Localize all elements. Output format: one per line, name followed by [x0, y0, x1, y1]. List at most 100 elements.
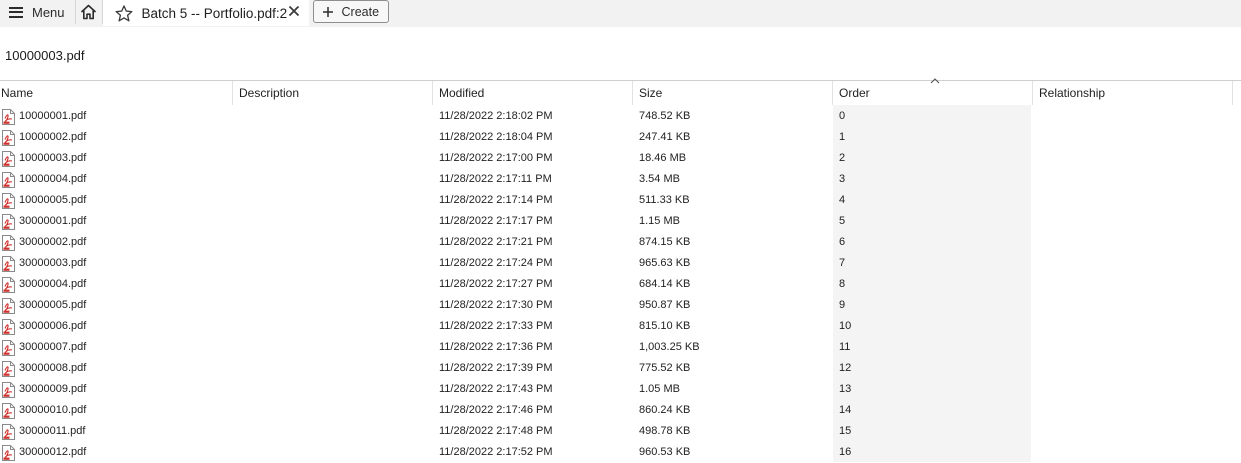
order-cell: 0: [839, 110, 846, 122]
name-cell: 30000006.pdf: [1, 316, 86, 337]
pdf-file-icon: [1, 192, 16, 209]
size-cell: 1.05 MB: [639, 383, 680, 395]
column-header-size[interactable]: Size: [633, 81, 833, 105]
name-cell: 30000003.pdf: [1, 253, 86, 274]
name-cell: 10000002.pdf: [1, 127, 86, 148]
table-row[interactable]: 10000001.pdf 11/28/2022 2:18:02 PM 748.52 …: [0, 106, 1241, 127]
order-cell: 13: [839, 383, 852, 395]
order-cell: 15: [839, 425, 852, 437]
order-cell: 1: [839, 131, 846, 143]
pdf-file-icon: [1, 255, 16, 272]
file-name: 10000005.pdf: [19, 194, 87, 206]
tab-title: Batch 5 -- Portfolio.pdf:2: [141, 5, 288, 21]
column-header-order[interactable]: Order: [833, 78, 1033, 105]
pdf-file-icon: [1, 108, 16, 125]
name-cell: 30000011.pdf: [1, 421, 85, 442]
table-row[interactable]: 30000002.pdf 11/28/2022 2:17:21 PM 874.15 …: [0, 232, 1241, 253]
table-row[interactable]: 30000010.pdf 11/28/2022 2:17:46 PM 860.24 …: [0, 400, 1241, 421]
size-cell: 684.14 KB: [639, 278, 691, 290]
file-name: 30000005.pdf: [19, 299, 87, 311]
size-cell: 950.87 KB: [639, 299, 691, 311]
modified-cell: 11/28/2022 2:17:48 PM: [439, 425, 553, 437]
pdf-file-icon: [1, 150, 16, 167]
table-row[interactable]: 10000005.pdf 11/28/2022 2:17:14 PM 511.33 …: [0, 190, 1241, 211]
order-cell: 16: [839, 446, 852, 458]
modified-cell: 11/28/2022 2:17:39 PM: [439, 362, 553, 374]
modified-cell: 11/28/2022 2:17:21 PM: [439, 236, 553, 248]
name-cell: 30000005.pdf: [1, 295, 86, 316]
home-button[interactable]: [74, 0, 103, 24]
size-cell: 511.33 KB: [639, 194, 690, 206]
name-cell: 30000008.pdf: [1, 358, 86, 379]
column-header-name[interactable]: Name: [0, 81, 233, 105]
file-name: 30000006.pdf: [19, 320, 87, 332]
order-cell: 3: [839, 173, 846, 185]
top-toolbar: Menu Batch 5 -- Portfolio.pdf:2 Create: [0, 0, 1241, 27]
file-name: 30000012.pdf: [19, 446, 87, 458]
order-cell: 2: [839, 152, 846, 164]
modified-cell: 11/28/2022 2:17:43 PM: [439, 383, 553, 395]
sort-ascending-caret-icon: [930, 78, 940, 86]
table-row[interactable]: 10000002.pdf 11/28/2022 2:18:04 PM 247.41 …: [0, 127, 1241, 148]
menu-button[interactable]: Menu: [0, 0, 73, 24]
pdf-file-icon: [1, 381, 16, 398]
order-cell: 4: [839, 194, 846, 206]
name-cell: 30000007.pdf: [1, 337, 86, 358]
file-table: Name Description Modified Size Order Rel…: [0, 78, 1241, 463]
table-row[interactable]: 30000012.pdf 11/28/2022 2:17:52 PM 960.53 …: [0, 442, 1241, 463]
name-cell: 30000010.pdf: [1, 400, 86, 421]
close-icon[interactable]: [287, 4, 301, 18]
table-row[interactable]: 30000006.pdf 11/28/2022 2:17:33 PM 815.10 …: [0, 316, 1241, 337]
create-button[interactable]: Create: [312, 0, 390, 23]
name-cell: 10000003.pdf: [1, 148, 86, 169]
file-name: 30000007.pdf: [19, 341, 87, 353]
column-header-description[interactable]: Description: [233, 81, 433, 105]
name-cell: 30000001.pdf: [1, 211, 86, 232]
create-label: Create: [341, 4, 380, 19]
star-icon[interactable]: [115, 4, 133, 22]
file-name: 30000003.pdf: [19, 257, 87, 269]
column-header-modified[interactable]: Modified: [433, 81, 633, 105]
pdf-file-icon: [1, 213, 16, 230]
size-cell: 1.15 MB: [639, 215, 680, 227]
size-cell: 3.54 MB: [639, 173, 680, 185]
table-row[interactable]: 30000009.pdf 11/28/2022 2:17:43 PM 1.05 MB…: [0, 379, 1241, 400]
name-cell: 10000004.pdf: [1, 169, 86, 190]
table-row[interactable]: 30000005.pdf 11/28/2022 2:17:30 PM 950.87 …: [0, 295, 1241, 316]
size-cell: 965.63 KB: [639, 257, 691, 269]
file-name: 30000010.pdf: [19, 404, 87, 416]
table-row[interactable]: 10000004.pdf 11/28/2022 2:17:11 PM 3.54 MB…: [0, 169, 1241, 190]
order-cell: 11: [839, 341, 851, 353]
size-cell: 775.52 KB: [639, 362, 691, 374]
order-cell: 7: [839, 257, 846, 269]
table-row[interactable]: 30000007.pdf 11/28/2022 2:17:36 PM 1,003.2…: [0, 337, 1241, 358]
table-row[interactable]: 30000011.pdf 11/28/2022 2:17:48 PM 498.78 …: [0, 421, 1241, 442]
pdf-file-icon: [1, 402, 16, 419]
modified-cell: 11/28/2022 2:18:02 PM: [439, 110, 553, 122]
pdf-file-icon: [1, 171, 16, 188]
size-cell: 815.10 KB: [639, 320, 691, 332]
order-cell: 6: [839, 236, 846, 248]
size-cell: 498.78 KB: [639, 425, 691, 437]
order-cell: 5: [839, 215, 846, 227]
modified-cell: 11/28/2022 2:17:30 PM: [439, 299, 553, 311]
order-cell: 12: [839, 362, 852, 374]
pdf-file-icon: [1, 276, 16, 293]
menu-label: Menu: [32, 4, 65, 20]
file-name: 30000001.pdf: [19, 215, 87, 227]
table-row[interactable]: 30000004.pdf 11/28/2022 2:17:27 PM 684.14 …: [0, 274, 1241, 295]
table-row[interactable]: 30000001.pdf 11/28/2022 2:17:17 PM 1.15 MB…: [0, 211, 1241, 232]
pdf-file-icon: [1, 234, 16, 251]
table-row[interactable]: 30000003.pdf 11/28/2022 2:17:24 PM 965.63 …: [0, 253, 1241, 274]
name-cell: 10000001.pdf: [1, 106, 86, 127]
plus-icon: [322, 6, 333, 17]
table-row[interactable]: 30000008.pdf 11/28/2022 2:17:39 PM 775.52 …: [0, 358, 1241, 379]
table-row[interactable]: 10000003.pdf 11/28/2022 2:17:00 PM 18.46 M…: [0, 148, 1241, 169]
order-cell: 10: [839, 320, 852, 332]
order-cell: 8: [839, 278, 846, 290]
column-header-relationship[interactable]: Relationship: [1033, 81, 1233, 105]
pdf-file-icon: [1, 129, 16, 146]
name-cell: 30000012.pdf: [1, 442, 86, 463]
file-name: 10000002.pdf: [19, 131, 87, 143]
tab-document[interactable]: Batch 5 -- Portfolio.pdf:2: [102, 0, 309, 26]
